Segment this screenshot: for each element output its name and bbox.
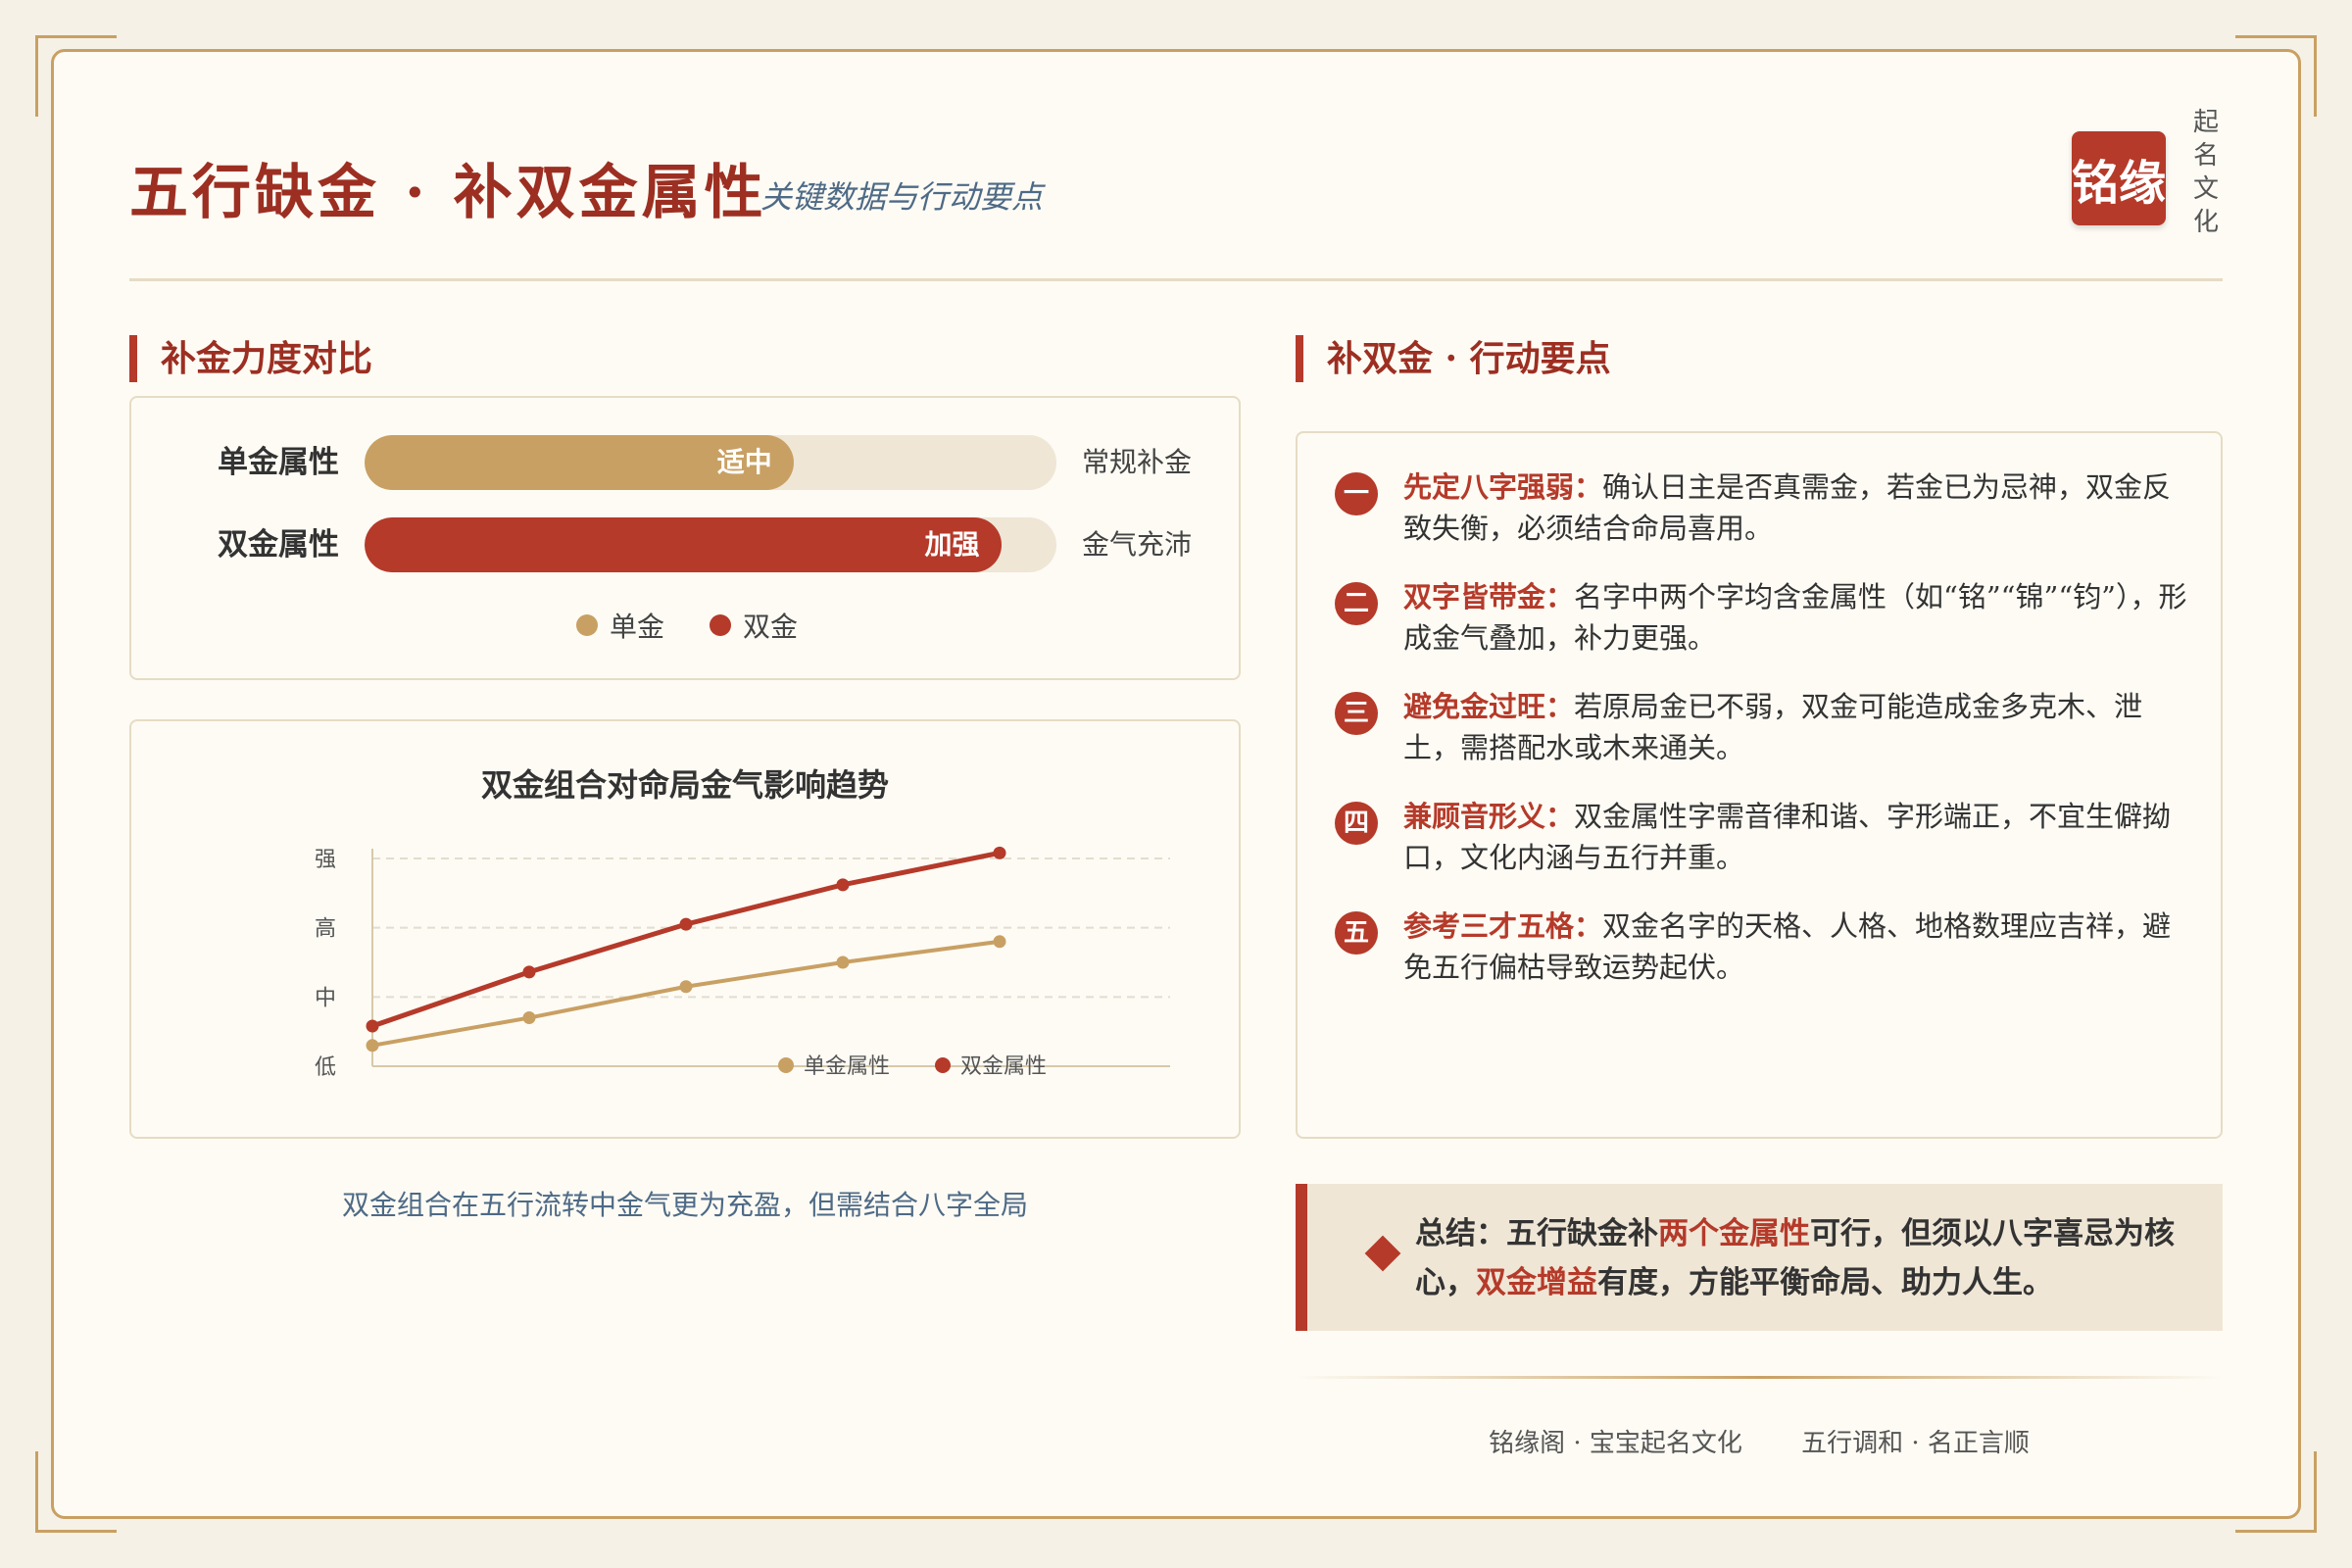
trend-line-chart: 低 中 高 强单金属性 双金属性 bbox=[315, 846, 1170, 1080]
summary-prefix: 总结：五行缺金补 bbox=[1415, 1216, 1658, 1251]
y-tick-label: 高 bbox=[315, 917, 336, 942]
step-text: 参考三才五格：双金名字的天格、人格、地格数理应吉祥，避免五行偏枯导致运势起伏。 bbox=[1403, 906, 2187, 988]
brand-vertical-text: 起名文化 bbox=[2192, 108, 2219, 237]
legend-label: 单金 bbox=[610, 611, 665, 643]
bar-note: 常规补金 bbox=[1082, 446, 1193, 478]
bar-row-double: 双金属性 加强 金气充沛 bbox=[131, 517, 1239, 572]
step-text: 避免金过旺：若原局金已不弱，双金可能造成金多克木、泄土，需搭配水或木来通关。 bbox=[1403, 686, 2187, 768]
diamond-icon bbox=[1364, 1235, 1401, 1272]
bar-value: 适中 bbox=[716, 446, 772, 478]
step-number-badge: 四 bbox=[1335, 802, 1378, 845]
legend-item-single: 单金 bbox=[576, 606, 664, 645]
step-heading: 双字皆带金： bbox=[1403, 580, 1575, 613]
action-points-panel: 一 先定八字强弱：确认日主是否真需金，若金已为忌神，双金反致失衡，必须结合命局喜… bbox=[1296, 431, 2223, 1139]
summary-suffix: 有度，方能平衡命局、助力人生。 bbox=[1597, 1265, 2053, 1300]
corner-ornament bbox=[2235, 35, 2317, 117]
page-subtitle: 关键数据与行动要点 bbox=[760, 178, 1044, 216]
bar-label: 单金属性 bbox=[218, 445, 339, 480]
series-line bbox=[371, 850, 1001, 1029]
data-point bbox=[522, 1011, 536, 1025]
step-heading: 参考三才五格： bbox=[1403, 909, 1603, 943]
legend-marker bbox=[778, 1057, 794, 1073]
step-heading: 兼顾音形义： bbox=[1403, 800, 1575, 833]
legend-label: 双金 bbox=[743, 611, 799, 643]
page-title: 五行缺金 · 补双金属性 bbox=[129, 159, 767, 227]
step-text: 双字皆带金：名字中两个字均含金属性（如“铭”“锦”“钧”），形成金气叠加，补力更… bbox=[1403, 576, 2187, 659]
footer-divider bbox=[1296, 1376, 2223, 1379]
summary-box: 总结：五行缺金补两个金属性可行，但须以八字喜忌为核心，双金增益有度，方能平衡命局… bbox=[1296, 1184, 2223, 1331]
bar-fill-double: 加强 bbox=[365, 517, 1002, 572]
step-text: 先定八字强弱：确认日主是否真需金，若金已为忌神，双金反致失衡，必须结合命局喜用。 bbox=[1403, 466, 2187, 549]
bar-note: 金气充沛 bbox=[1082, 528, 1193, 561]
corner-ornament bbox=[35, 1451, 117, 1533]
legend-dot bbox=[576, 614, 598, 636]
bar-row-single: 单金属性 适中 常规补金 bbox=[131, 435, 1239, 490]
step-number-badge: 一 bbox=[1335, 472, 1378, 515]
summary-text: 总结：五行缺金补两个金属性可行，但须以八字喜忌为核心，双金增益有度，方能平衡命局… bbox=[1415, 1209, 2189, 1307]
footer: 铭缘阁 · 宝宝起名文化 五行调和 · 名正言顺 bbox=[1296, 1423, 2223, 1459]
header-divider bbox=[129, 278, 2223, 281]
legend-item-double: 双金 bbox=[710, 606, 798, 645]
data-point bbox=[993, 846, 1006, 859]
step-number-badge: 五 bbox=[1335, 911, 1378, 955]
data-point bbox=[836, 878, 850, 892]
section-title-action-points: 补双金 · 行动要点 bbox=[1296, 335, 1611, 382]
corner-ornament bbox=[2235, 1451, 2317, 1533]
step-number-badge: 三 bbox=[1335, 692, 1378, 735]
data-point bbox=[679, 917, 693, 931]
step-heading: 避免金过旺： bbox=[1403, 690, 1575, 723]
legend-label: 单金属性 bbox=[804, 1054, 890, 1079]
chart-caption: 双金组合在五行流转中金气更为充盈，但需结合八字全局 bbox=[341, 1189, 1028, 1221]
strength-comparison-panel: 单金属性 适中 常规补金 双金属性 加强 金气充沛 单金 双金 bbox=[129, 396, 1241, 680]
data-point bbox=[522, 965, 536, 979]
brand-seal: 铭缘 bbox=[2072, 131, 2166, 225]
legend-label: 双金属性 bbox=[960, 1054, 1047, 1079]
bar-fill-single: 适中 bbox=[365, 435, 794, 490]
bar-label: 双金属性 bbox=[218, 527, 339, 563]
step-text: 兼顾音形义：双金属性字需音律和谐、字形端正，不宜生僻拗口，文化内涵与五行并重。 bbox=[1403, 796, 2187, 878]
summary-highlight: 两个金属性 bbox=[1658, 1216, 1810, 1251]
legend-dot bbox=[710, 614, 731, 636]
bar-track: 加强 bbox=[365, 517, 1056, 572]
footer-brand: 铭缘阁 · 宝宝起名文化 bbox=[1489, 1429, 1742, 1458]
legend-marker bbox=[935, 1057, 951, 1073]
data-point bbox=[366, 1019, 379, 1033]
trend-chart-panel: 双金组合对命局金气影响趋势 低中高强单金属性 双金属性 bbox=[129, 719, 1241, 1139]
summary-highlight: 双金增益 bbox=[1476, 1265, 1597, 1300]
y-tick-label: 中 bbox=[315, 986, 336, 1010]
step-heading: 先定八字强弱： bbox=[1403, 470, 1603, 504]
corner-ornament bbox=[35, 35, 117, 117]
bar-track: 适中 bbox=[365, 435, 1056, 490]
section-title-comparison: 补金力度对比 bbox=[129, 335, 372, 382]
data-point bbox=[993, 935, 1006, 949]
data-point bbox=[836, 956, 850, 969]
step-number-badge: 二 bbox=[1335, 582, 1378, 625]
y-tick-label: 强 bbox=[315, 848, 336, 872]
y-tick-label: 低 bbox=[315, 1055, 336, 1080]
data-point bbox=[679, 980, 693, 994]
footer-slogan: 五行调和 · 名正言顺 bbox=[1801, 1429, 2030, 1458]
data-point bbox=[366, 1039, 379, 1053]
bar-value: 加强 bbox=[924, 528, 980, 561]
